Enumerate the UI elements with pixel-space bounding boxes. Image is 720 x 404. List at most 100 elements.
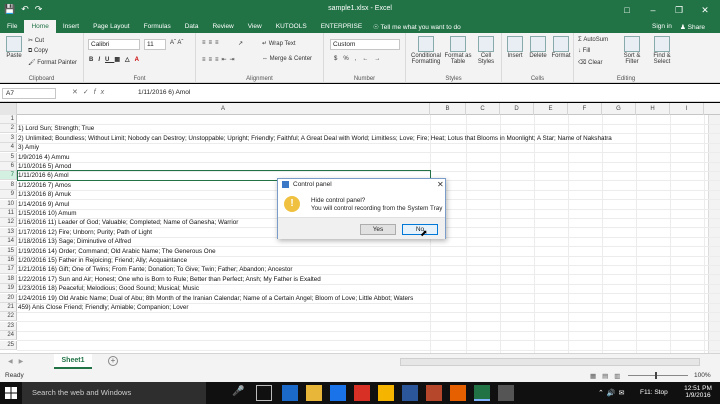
formula-input[interactable]: 1/11/2016 6) Amol	[138, 89, 190, 96]
firefox-icon[interactable]	[450, 385, 466, 401]
column-header-i[interactable]: I	[670, 103, 704, 115]
cell-a[interactable]	[18, 322, 706, 331]
row-header[interactable]: 8	[0, 180, 17, 190]
cell-a[interactable]: 2) Unlimited; Boundless; Without Limit; …	[18, 134, 706, 143]
cell-a[interactable]: 1/23/2016 18) Peaceful; Melodious; Good …	[18, 284, 706, 293]
row-header[interactable]: 7	[0, 171, 17, 181]
windows-start-icon[interactable]	[5, 387, 17, 399]
wrap-text-button[interactable]: ↵ Wrap Text	[262, 40, 296, 47]
orientation-icon[interactable]: ↗	[238, 40, 243, 47]
cut-button[interactable]: ✂ Cut	[28, 37, 44, 44]
add-sheet-icon[interactable]: +	[108, 356, 118, 366]
cell-a[interactable]: 1) Lord Sun; Strength; True	[18, 124, 706, 133]
tell-me-box[interactable]: ☉ Tell me what you want to do	[373, 23, 461, 31]
cell-a[interactable]	[18, 312, 706, 321]
column-header-h[interactable]: H	[636, 103, 670, 115]
insert-cells-button[interactable]: Insert	[504, 36, 526, 59]
align-top-icons[interactable]: ≡≡≡	[202, 40, 222, 46]
select-all-corner[interactable]	[0, 103, 17, 115]
word-icon[interactable]	[402, 385, 418, 401]
tab-enterprise[interactable]: ENTERPRISE	[314, 20, 370, 33]
autosum-button[interactable]: Σ AutoSum	[578, 37, 608, 43]
number-format-select[interactable]: Custom	[330, 39, 400, 50]
tab-page-layout[interactable]: Page Layout	[86, 20, 137, 33]
row-header[interactable]: 20	[0, 293, 17, 303]
row-header[interactable]: 2	[0, 124, 17, 134]
task-view-icon[interactable]	[256, 385, 272, 401]
row-header[interactable]: 5	[0, 152, 17, 162]
zoom-level[interactable]: 100%	[694, 372, 711, 379]
zoom-slider[interactable]	[628, 375, 688, 376]
tab-home[interactable]: Home	[24, 20, 56, 33]
chrome-icon[interactable]	[378, 385, 394, 401]
column-header-d[interactable]: D	[500, 103, 534, 115]
cell-a[interactable]: 1/20/2016 15) Father in Rejoicing; Frien…	[18, 256, 706, 265]
row-header[interactable]: 13	[0, 227, 17, 237]
sheet-tab-sheet1[interactable]: Sheet1	[54, 354, 92, 369]
font-grow-icon[interactable]: Aˆ Aˇ	[170, 40, 183, 46]
column-header-a[interactable]: A	[17, 103, 430, 115]
cell-a[interactable]	[18, 115, 706, 124]
file-explorer-icon[interactable]	[306, 385, 322, 401]
copy-button[interactable]: ⧉ Copy	[28, 48, 48, 55]
zoom-slider-thumb[interactable]	[655, 372, 657, 379]
taskbar-search-box[interactable]: Search the web and Windows	[22, 382, 206, 404]
column-header-b[interactable]: B	[430, 103, 466, 115]
row-header[interactable]: 15	[0, 246, 17, 256]
row-header[interactable]: 19	[0, 284, 17, 294]
row-header[interactable]: 21	[0, 303, 17, 312]
cell-a[interactable]: 3) Amiy	[18, 143, 706, 152]
close-button[interactable]: ✕	[692, 0, 718, 20]
system-tray-icons[interactable]: ⌃🔊✉	[598, 389, 627, 397]
minimize-button[interactable]: –	[640, 0, 666, 20]
row-header[interactable]: 24	[0, 331, 17, 341]
excel-icon[interactable]	[474, 385, 490, 401]
name-box[interactable]: A7	[2, 88, 56, 99]
row-header[interactable]: 16	[0, 256, 17, 265]
number-format-icons[interactable]: $%,←→	[334, 56, 386, 62]
format-painter-button[interactable]: 🖌 Format Painter	[28, 59, 77, 66]
row-header[interactable]: 14	[0, 237, 17, 247]
view-mode-icons[interactable]: ▦▤▥	[590, 372, 626, 380]
row-header[interactable]: 12	[0, 218, 17, 228]
row-header[interactable]: 25	[0, 340, 17, 350]
vertical-scrollbar[interactable]	[708, 115, 720, 353]
cell-a[interactable]	[18, 341, 706, 350]
format-as-table-button[interactable]: Format as Table	[444, 36, 472, 65]
row-header[interactable]: 9	[0, 190, 17, 200]
row-header[interactable]: 6	[0, 162, 17, 171]
cell-a[interactable]: 1/9/2016 4) Ammu	[18, 153, 706, 162]
font-name-select[interactable]: Calibri	[88, 39, 140, 50]
formula-icons[interactable]: ✕✓fx	[72, 88, 109, 96]
recorder-app-icon[interactable]	[498, 385, 514, 401]
powerpoint-icon[interactable]	[426, 385, 442, 401]
cell-a[interactable]: 459) Anis Close Friend; Friendly; Amiabl…	[18, 303, 706, 312]
dialog-close-icon[interactable]: ✕	[437, 180, 444, 189]
clear-button[interactable]: ⌫ Clear	[578, 59, 603, 66]
share-button[interactable]: ♟ Share	[680, 23, 705, 31]
cell-styles-button[interactable]: Cell Styles	[474, 36, 498, 65]
row-header[interactable]: 11	[0, 209, 17, 218]
paste-button[interactable]: Paste	[4, 36, 24, 59]
row-header[interactable]: 10	[0, 199, 17, 209]
tab-review[interactable]: Review	[205, 20, 240, 33]
column-header-c[interactable]: C	[466, 103, 500, 115]
column-header-f[interactable]: F	[568, 103, 602, 115]
horizontal-scrollbar[interactable]	[400, 358, 700, 366]
tab-formulas[interactable]: Formulas	[137, 20, 178, 33]
sort-filter-button[interactable]: Sort & Filter	[618, 36, 646, 65]
sheet-nav-arrows[interactable]: ◀▶	[8, 358, 29, 365]
yes-button[interactable]: Yes	[360, 224, 396, 235]
cell-a[interactable]: 1/24/2016 19) Old Arabic Name; Dual of A…	[18, 294, 706, 303]
column-header-e[interactable]: E	[534, 103, 568, 115]
delete-cells-button[interactable]: Delete	[527, 36, 549, 59]
media-app-icon[interactable]	[354, 385, 370, 401]
store-icon[interactable]	[330, 385, 346, 401]
row-header[interactable]: 4	[0, 143, 17, 153]
merge-center-button[interactable]: ⇔ Merge & Center	[262, 56, 312, 62]
tab-data[interactable]: Data	[178, 20, 206, 33]
cell-a[interactable]	[18, 331, 706, 340]
row-header[interactable]: 22	[0, 312, 17, 322]
fill-button[interactable]: ↓ Fill	[578, 48, 590, 54]
align-horizontal-icons[interactable]: ≡≡≡⇤⇥	[202, 56, 238, 63]
